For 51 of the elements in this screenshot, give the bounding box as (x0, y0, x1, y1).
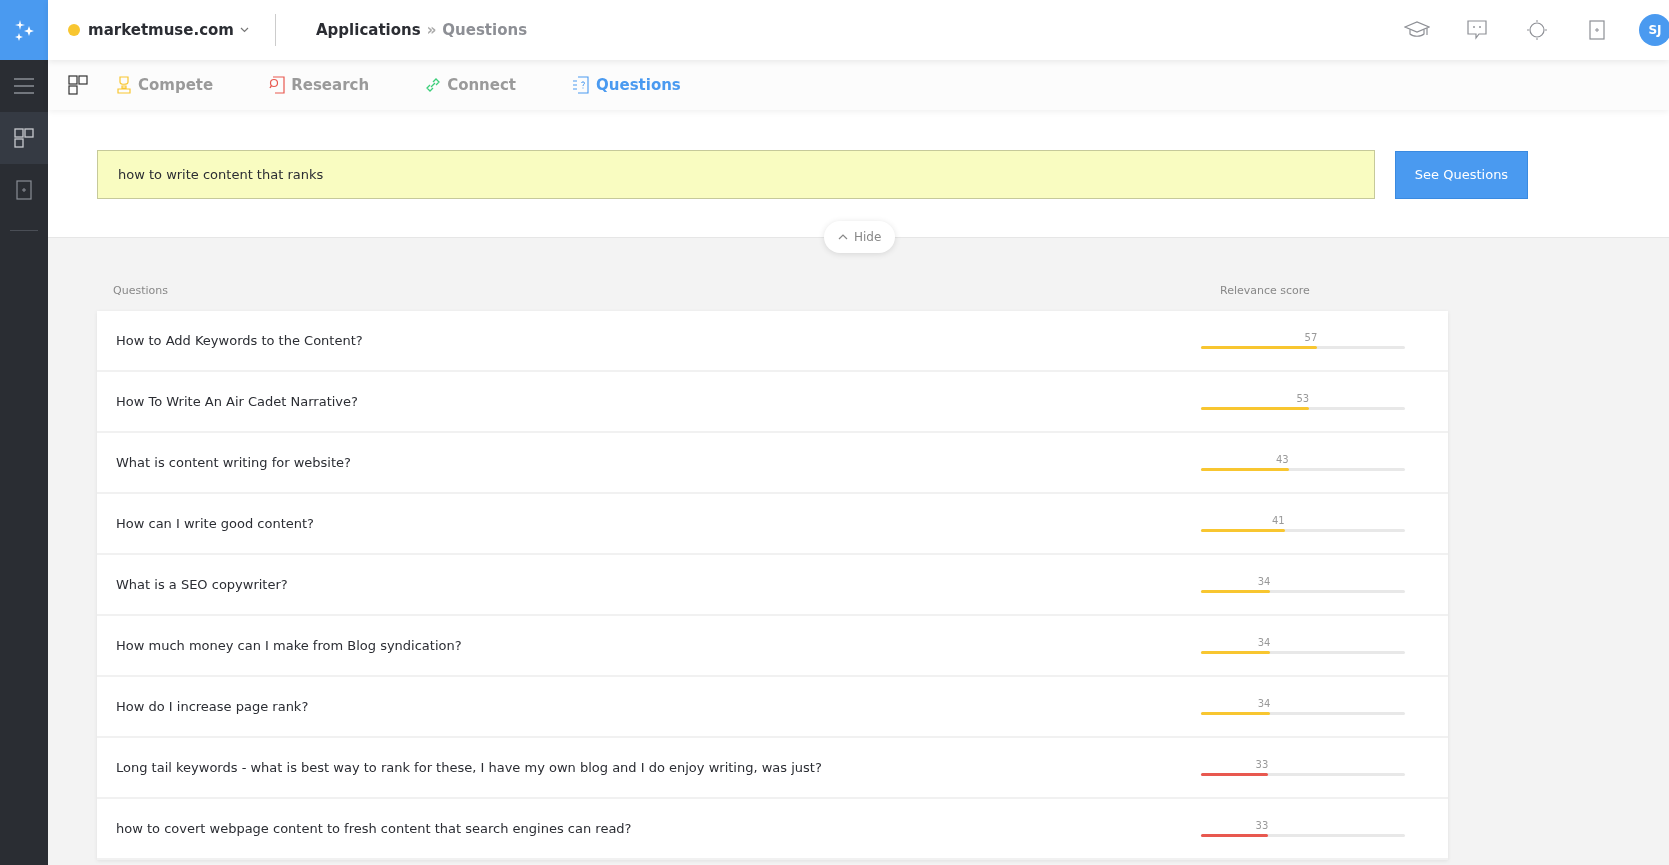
grid-icon[interactable] (14, 128, 34, 148)
question-text: How can I write good content? (116, 516, 315, 531)
score-value: 41 (1271, 515, 1285, 526)
question-list-icon (572, 76, 591, 94)
add-page-icon[interactable] (16, 180, 32, 200)
sun-icon[interactable] (1526, 19, 1548, 41)
chevron-down-icon (240, 27, 249, 33)
question-row[interactable]: How to Add Keywords to the Content? 57 (97, 311, 1448, 372)
trophy-icon (116, 76, 132, 94)
graduation-cap-icon[interactable] (1404, 20, 1430, 40)
breadcrumb-current: Questions (442, 21, 528, 39)
chat-icon[interactable] (1467, 20, 1487, 40)
score-value: 43 (1276, 454, 1289, 465)
sidebar-item[interactable] (0, 112, 48, 164)
question-text: What is content writing for website? (116, 455, 352, 470)
question-row[interactable]: Long tail keywords - what is best way to rank for these, I have my own blog and I do enjoy writing, was just? 33 (97, 738, 1448, 799)
column-header: Questions (113, 284, 169, 297)
logo[interactable] (0, 0, 48, 60)
site-selector[interactable]: marketmuse.com (88, 21, 249, 39)
score-value: 33 (1255, 759, 1269, 770)
question-text: How To Write An Air Cadet Narrative? (116, 394, 359, 409)
link-icon (425, 77, 442, 93)
score-value: 53 (1296, 393, 1310, 404)
search-field[interactable]: how to write content that ranks (97, 150, 1375, 199)
score-value: 34 (1257, 637, 1271, 648)
chevron-up-icon (838, 234, 848, 240)
question-row[interactable]: how to covert webpage content to fresh content that search engines can read? 33 (97, 799, 1448, 860)
grid-icon[interactable] (68, 75, 88, 95)
question-row[interactable]: How do I increase page rank? 34 (97, 677, 1448, 738)
question-text: How much money can I make from Blog syndication? (116, 638, 463, 653)
question-row[interactable]: How can I write good content? 41 (97, 494, 1448, 555)
question-text: how to covert webpage content to fresh content that search engines can read? (116, 821, 633, 836)
score-value: 57 (1304, 332, 1318, 343)
add-page-icon[interactable] (1589, 20, 1605, 40)
magnifier-book-icon (269, 76, 286, 94)
question-text: What is a SEO copywriter? (116, 577, 289, 592)
score-value: 34 (1257, 698, 1271, 709)
question-row[interactable]: What is content writing for website? 43 (97, 433, 1448, 494)
question-row[interactable]: How To Write An Air Cadet Narrative? 53 (97, 372, 1448, 433)
question-row[interactable]: How much money can I make from Blog syndication? 34 (97, 616, 1448, 677)
breadcrumb-separator: » (426, 21, 437, 39)
column-header: Relevance score (1220, 284, 1311, 297)
score-value: 33 (1255, 820, 1269, 831)
question-row[interactable]: What is a SEO copywriter? 34 (97, 555, 1448, 616)
breadcrumb-link[interactable]: Applications (316, 21, 421, 39)
question-text: How do I increase page rank? (116, 699, 310, 714)
score-value: 34 (1257, 576, 1271, 587)
menu-icon[interactable] (14, 78, 34, 94)
question-text: Long tail keywords - what is best way to rank for these, I have my own blog and I do enjoy writing, was just? (116, 760, 823, 775)
hide-toggle[interactable]: Hide (824, 221, 896, 253)
question-text: How to Add Keywords to the Content? (116, 333, 364, 348)
